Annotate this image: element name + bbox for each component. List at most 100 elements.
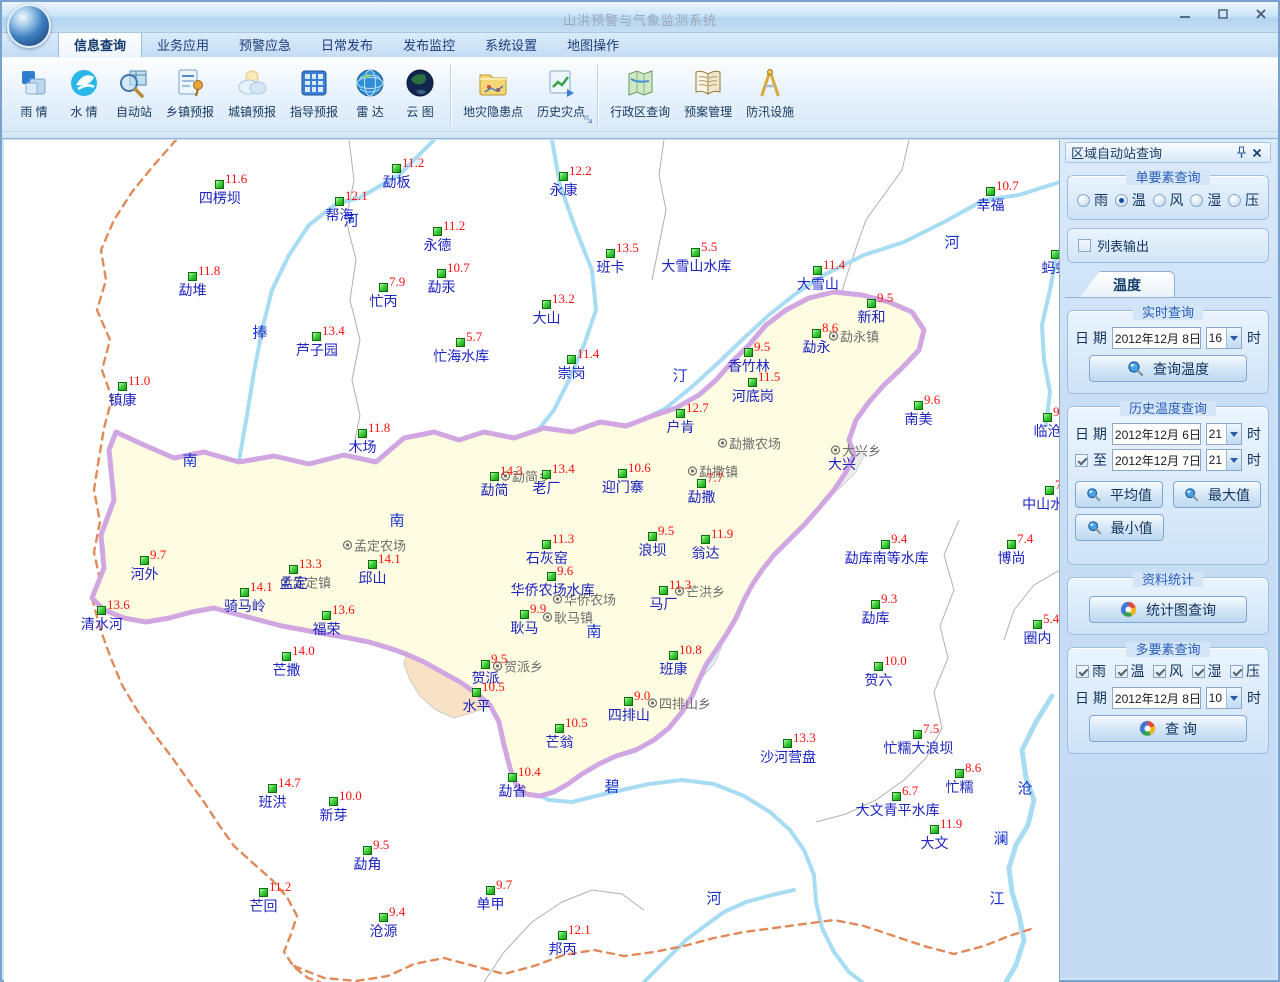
station-name: 沙河营盘 xyxy=(760,747,816,767)
station-name: 南美 xyxy=(905,409,933,429)
tab-system-settings[interactable]: 系统设置 xyxy=(470,31,552,57)
radio-option[interactable]: 压 xyxy=(1228,190,1259,210)
pin-icon[interactable] xyxy=(1233,145,1249,161)
tab-warning-emergency[interactable]: 预警应急 xyxy=(224,31,306,57)
station-name: 邱山 xyxy=(359,568,387,588)
radio-option[interactable]: 温 xyxy=(1115,190,1146,210)
history-end-hour-select[interactable]: 21 xyxy=(1206,449,1242,471)
station-name: 勐永 xyxy=(803,337,831,357)
close-button[interactable] xyxy=(1250,6,1272,21)
station-name: 大文 xyxy=(921,833,949,853)
water-info-button[interactable]: 水 情 xyxy=(59,61,109,122)
rain-info-button[interactable]: 雨 情 xyxy=(9,61,59,122)
panel-title: 区域自动站查询 xyxy=(1071,143,1233,162)
tab-temperature[interactable]: 温度 xyxy=(1079,271,1175,298)
flood-facilities-button[interactable]: 防汛设施 xyxy=(739,61,801,122)
multi-date-select[interactable]: 2012年12月 8日 xyxy=(1112,687,1201,709)
radio-option[interactable]: 风 xyxy=(1153,190,1184,210)
element-tabstrip: 温度 xyxy=(1065,269,1271,298)
checkbox-option[interactable]: 湿 xyxy=(1192,661,1222,681)
station-value: 13.2 xyxy=(552,291,575,307)
tab-bar: 信息查询业务应用预警应急日常发布发布监控系统设置地图操作 xyxy=(2,33,1278,58)
radio-button[interactable] xyxy=(1115,194,1128,207)
geo-hazard-points-button[interactable]: 地灾隐患点 xyxy=(456,61,530,122)
station-name: 芦子园 xyxy=(296,340,338,360)
history-end-date-select[interactable]: 2012年12月 7日 xyxy=(1112,449,1201,471)
map-canvas[interactable]: 勐永镇勐撒农场勐撒镇勐简乡大兴乡孟定农场孟定镇华侨农场芒洪乡耿马镇贺派乡四排山乡… xyxy=(4,140,1060,982)
radio-label: 温 xyxy=(1132,190,1146,210)
radio-option[interactable]: 雨 xyxy=(1077,190,1108,210)
auto-station-button[interactable]: 自动站 xyxy=(109,61,159,122)
group-dialog-launcher-icon[interactable] xyxy=(584,111,593,129)
tab-publish-monitor[interactable]: 发布监控 xyxy=(388,31,470,57)
min-value-button[interactable]: 最小值 xyxy=(1075,514,1164,541)
station-value: 11.8 xyxy=(368,420,390,436)
station-name: 班卡 xyxy=(597,257,625,277)
station-value: 11.9 xyxy=(711,526,733,542)
chevron-down-icon[interactable] xyxy=(1226,688,1241,708)
list-output-checkbox[interactable] xyxy=(1078,239,1091,252)
list-output-label: 列表输出 xyxy=(1097,236,1149,255)
query-temperature-button[interactable]: 查询温度 xyxy=(1089,355,1247,382)
checkbox-option[interactable]: 压 xyxy=(1230,661,1260,681)
chevron-down-icon[interactable] xyxy=(1226,328,1241,348)
tab-business-app[interactable]: 业务应用 xyxy=(142,31,224,57)
statistics-chart-button[interactable]: 统计图查询 xyxy=(1089,596,1247,623)
radio-option[interactable]: 湿 xyxy=(1190,190,1221,210)
list-output-row[interactable]: 列表输出 xyxy=(1067,228,1269,263)
pie-chart-icon xyxy=(1120,601,1137,618)
station-value: 9.6 xyxy=(557,563,573,579)
guide-forecast-button[interactable]: 指导预报 xyxy=(283,61,345,122)
station-name: 勐库南等水库 xyxy=(845,548,929,568)
station-value: 12.2 xyxy=(569,163,592,179)
plan-management-button[interactable]: 预案管理 xyxy=(677,61,739,122)
history-to-checkbox[interactable] xyxy=(1075,454,1088,467)
station-value: 9.3 xyxy=(881,591,897,607)
maximize-button[interactable] xyxy=(1212,6,1234,21)
checkbox[interactable] xyxy=(1076,665,1089,678)
radio-button[interactable] xyxy=(1153,194,1166,207)
history-to-label: 至 xyxy=(1093,450,1107,470)
town-forecast-button[interactable]: 城镇预报 xyxy=(221,61,283,122)
app-logo-icon[interactable] xyxy=(7,4,51,48)
station-name: 河底岗 xyxy=(732,386,774,406)
station-value: 14.3 xyxy=(500,463,523,479)
cloud-image-button[interactable]: 云 图 xyxy=(395,61,445,122)
history-start-date-select[interactable]: 2012年12月 6日 xyxy=(1112,423,1201,445)
multi-hour-select[interactable]: 10 xyxy=(1206,687,1242,709)
tab-info-query[interactable]: 信息查询 xyxy=(58,30,142,57)
realtime-hour-select[interactable]: 16 xyxy=(1206,327,1242,349)
township-forecast-button[interactable]: 乡镇预报 xyxy=(159,61,221,122)
multi-query-button[interactable]: 查 询 xyxy=(1089,715,1247,742)
station-name: 大文青平水库 xyxy=(856,800,940,820)
radio-button[interactable] xyxy=(1228,194,1241,207)
average-value-button[interactable]: 平均值 xyxy=(1075,481,1163,508)
station-value: 11.9 xyxy=(940,816,962,832)
checkbox[interactable] xyxy=(1115,665,1128,678)
tab-map-operation[interactable]: 地图操作 xyxy=(552,31,634,57)
station-name: 单甲 xyxy=(477,894,505,914)
checkbox[interactable] xyxy=(1230,665,1243,678)
radio-button[interactable] xyxy=(1190,194,1203,207)
rain-icon xyxy=(16,65,52,101)
checkbox[interactable] xyxy=(1192,665,1205,678)
max-value-button[interactable]: 最大值 xyxy=(1173,481,1261,508)
checkbox[interactable] xyxy=(1153,665,1166,678)
history-start-hour-select[interactable]: 21 xyxy=(1206,423,1242,445)
chevron-down-icon[interactable] xyxy=(1226,424,1241,444)
realtime-date-select[interactable]: 2012年12月 8日 xyxy=(1112,327,1201,349)
tab-daily-publish[interactable]: 日常发布 xyxy=(306,31,388,57)
minimize-button[interactable] xyxy=(1174,6,1196,21)
admin-region-query-button[interactable]: 行政区查询 xyxy=(603,61,677,122)
chevron-down-icon[interactable] xyxy=(1226,450,1241,470)
station-name: 博尚 xyxy=(998,548,1026,568)
panel-close-icon[interactable] xyxy=(1249,145,1265,161)
history-disaster-points-button[interactable]: 历史灾点 xyxy=(530,61,592,122)
checkbox-option[interactable]: 温 xyxy=(1115,661,1145,681)
checkbox-option[interactable]: 雨 xyxy=(1076,661,1106,681)
station-name: 忙糯大浪坝 xyxy=(883,738,953,758)
radar-button[interactable]: 雷 达 xyxy=(345,61,395,122)
radio-button[interactable] xyxy=(1077,194,1090,207)
station-value: 14.0 xyxy=(292,643,315,659)
checkbox-option[interactable]: 风 xyxy=(1153,661,1183,681)
